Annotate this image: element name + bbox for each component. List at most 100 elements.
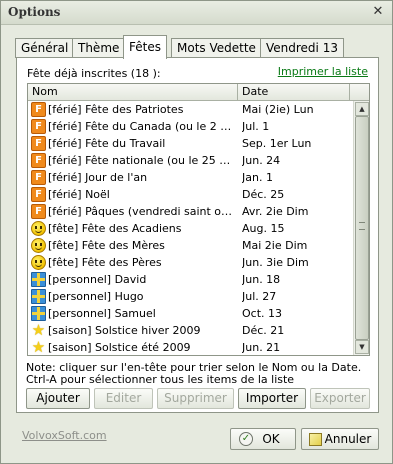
list-item-date: Aug. 15	[242, 222, 285, 235]
list-item-name: [personnel] Samuel	[48, 307, 156, 320]
add-button[interactable]: Ajouter	[26, 388, 90, 409]
list-rows: F [férié] Fête des Patriotes Mai (2ie) Lun…	[28, 101, 353, 356]
list-item-date: Déc. 21	[242, 324, 285, 337]
tab-mots-vedette[interactable]: Mots Vedette	[171, 38, 262, 58]
holiday-count-label: Fête déjà inscrites (18 ):	[27, 67, 161, 80]
f-icon: F	[31, 153, 46, 168]
list-item[interactable]: ★ [saison] Solstice hiver 2009 Déc. 21	[28, 322, 353, 339]
window-title: Options	[8, 5, 61, 19]
gift-icon	[31, 272, 46, 287]
list-item-date: Jun. 18	[242, 273, 281, 286]
volvoxsoft-link[interactable]: VolvoxSoft.com	[22, 429, 107, 442]
list-item[interactable]: [fête] Fête des Pères Jun. 3ie Dim	[28, 254, 353, 271]
list-item-name: [personnel] Hugo	[48, 290, 144, 303]
tab-fetes[interactable]: Fêtes	[123, 35, 167, 59]
f-icon: F	[31, 170, 46, 185]
options-dialog: Options ✕ Général Thème Fêtes Mots Vedet…	[0, 0, 393, 464]
import-button[interactable]: Importer	[238, 388, 306, 409]
list-item-date: Mai 2ie Dim	[242, 239, 308, 252]
gift-icon	[31, 306, 46, 321]
list-item[interactable]: [personnel] Hugo Jul. 27	[28, 288, 353, 305]
list-item[interactable]: F[férié] Pâques (vendredi saint ou lun..…	[28, 203, 353, 220]
scroll-thumb[interactable]	[355, 116, 369, 340]
list-item[interactable]: ★ [saison] Solstice été 2009 Jun. 21	[28, 338, 353, 356]
f-icon: F	[31, 204, 46, 219]
list-item[interactable]: [fête] Fête des Mères Mai 2ie Dim	[28, 237, 353, 254]
list-item-date: Avr. 2ie Dim	[242, 205, 309, 218]
help-note: Note: cliquer sur l'en-tête pour trier s…	[26, 362, 371, 386]
list-item[interactable]: [fête] Fête des Acadiens Aug. 15	[28, 220, 353, 237]
list-item[interactable]: F [férié] Fête nationale (ou le 25 si le …	[28, 152, 353, 169]
smiley-icon	[31, 238, 46, 253]
list-item-name: [férié] Jour de l'an	[48, 171, 148, 184]
close-icon[interactable]: ✕	[370, 4, 386, 20]
list-item-name: [saison] Solstice hiver 2009	[48, 324, 201, 337]
tab-general[interactable]: Général	[15, 38, 75, 58]
list-item-date: Déc. 25	[242, 188, 285, 201]
check-icon: ✓	[239, 432, 253, 446]
print-list-link[interactable]: Imprimer la liste	[278, 65, 368, 78]
holiday-list[interactable]: Nom Date F [férié] Fête des Patriotes Mai …	[27, 83, 370, 356]
list-item-date: Jun. 24	[242, 154, 281, 167]
vertical-scrollbar[interactable]: ▲ ▼	[353, 101, 369, 355]
list-item-date: Sep. 1er Lun	[242, 137, 312, 150]
list-item-name: [férié] Fête du Travail	[48, 137, 166, 150]
ok-button[interactable]: ✓ OK	[230, 428, 296, 450]
tab-fetes-label: Fêtes	[129, 40, 161, 54]
list-item-date: Jun. 3ie Dim	[242, 256, 309, 269]
tab-vendredi-13[interactable]: Vendredi 13	[260, 38, 344, 58]
list-item-date: Jan. 1	[242, 171, 273, 184]
list-item-date: Jul. 27	[242, 290, 277, 303]
cancel-button[interactable]: Annuler	[301, 428, 379, 450]
list-header: Nom Date	[28, 84, 369, 101]
scroll-up-arrow-icon[interactable]: ▲	[355, 102, 369, 116]
list-item-name: [fête] Fête des Acadiens	[48, 222, 182, 235]
gift-icon	[31, 289, 46, 304]
list-item[interactable]: F [férié] Noël Déc. 25	[28, 186, 353, 203]
list-item[interactable]: F [férié] Fête du Travail Sep. 1er Lun	[28, 135, 353, 152]
tab-vendredi-13-label: Vendredi 13	[266, 41, 338, 55]
list-item[interactable]: F [férié] Fête des Patriotes Mai (2ie) Lun	[28, 101, 353, 118]
list-item-name: [fête] Fête des Pères	[48, 256, 162, 269]
list-item-name: [férié] Pâques (vendredi saint ou lun...	[48, 205, 236, 218]
export-button[interactable]: Exporter	[310, 388, 370, 409]
list-item[interactable]: F [férié] Jour de l'an Jan. 1	[28, 169, 353, 186]
fetes-panel: Fête déjà inscrites (18 ): Imprimer la l…	[16, 57, 379, 413]
list-item[interactable]: [personnel] David Jun. 18	[28, 271, 353, 288]
tab-mots-vedette-label: Mots Vedette	[177, 41, 256, 55]
cancel-icon	[309, 433, 322, 446]
f-icon: F	[31, 119, 46, 134]
list-item-date: Jun. 21	[242, 341, 281, 354]
f-icon: F	[31, 102, 46, 117]
list-item-name: [saison] Solstice été 2009	[48, 341, 191, 354]
title-bar: Options ✕	[1, 1, 392, 25]
f-icon: F	[31, 187, 46, 202]
column-header-date[interactable]: Date	[238, 84, 350, 101]
help-note-line-2: Ctrl-A pour sélectionner tous les items …	[26, 373, 295, 386]
list-item[interactable]: [personnel] Samuel Oct. 13	[28, 305, 353, 322]
ok-label: OK	[262, 432, 280, 446]
tab-theme[interactable]: Thème	[72, 38, 126, 58]
scroll-down-arrow-icon[interactable]: ▼	[355, 340, 369, 354]
list-item-name: [férié] Fête du Canada (ou le 2 si le ..…	[48, 120, 236, 133]
list-item[interactable]: F [férié] Fête du Canada (ou le 2 si le .…	[28, 118, 353, 135]
tab-theme-label: Thème	[78, 41, 120, 55]
star-icon: ★	[31, 338, 46, 356]
scroll-grip-icon	[359, 222, 365, 230]
list-item-name: [férié] Fête des Patriotes	[48, 103, 184, 116]
f-icon: F	[31, 136, 46, 151]
list-item-date: Jul. 1	[242, 120, 270, 133]
delete-button[interactable]: Supprimer	[157, 388, 234, 409]
list-item-name: [férié] Fête nationale (ou le 25 si le .…	[48, 154, 236, 167]
edit-button[interactable]: Editer	[94, 388, 153, 409]
smiley-icon	[31, 255, 46, 270]
star-icon: ★	[31, 321, 46, 339]
list-item-name: [férié] Noël	[48, 188, 110, 201]
list-item-date: Mai (2ie) Lun	[242, 103, 314, 116]
cancel-label: Annuler	[324, 432, 372, 446]
list-item-name: [personnel] David	[48, 273, 147, 286]
header-filler	[350, 84, 369, 101]
smiley-icon	[31, 221, 46, 236]
list-item-name: [fête] Fête des Mères	[48, 239, 165, 252]
column-header-name[interactable]: Nom	[28, 84, 238, 101]
